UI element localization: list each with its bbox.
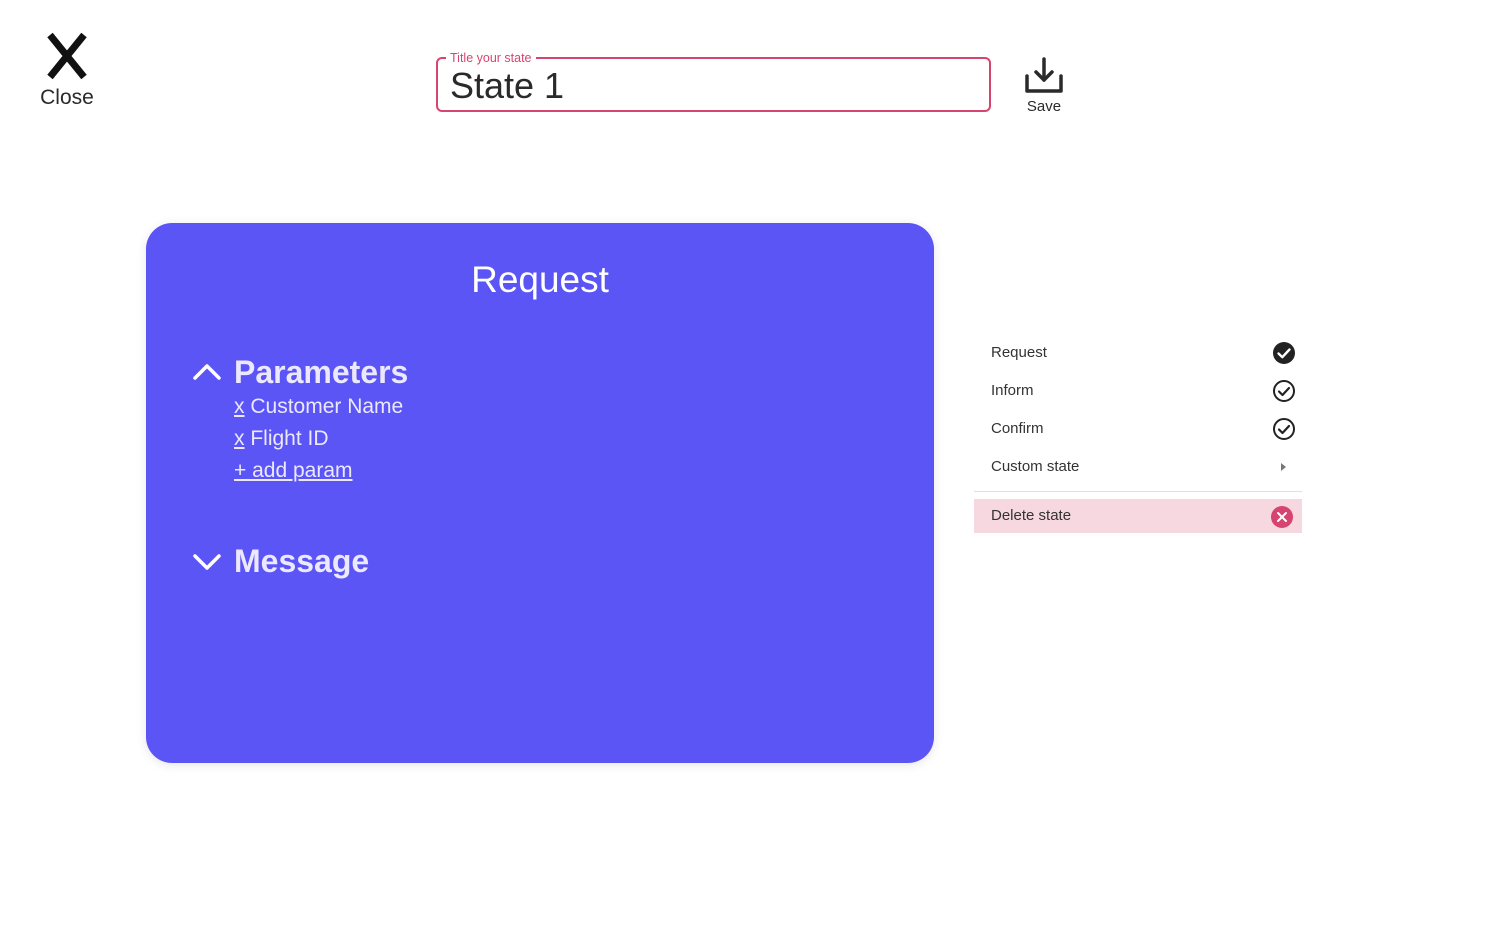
delete-state-button[interactable]: Delete state — [974, 499, 1302, 533]
check-circle-filled-icon — [1273, 342, 1295, 364]
menu-item-confirm[interactable]: Confirm — [974, 410, 1302, 448]
remove-param-button[interactable]: x — [234, 395, 245, 418]
menu-item-label: Inform — [991, 382, 1034, 399]
param-row: x Flight ID — [234, 427, 329, 451]
close-button[interactable]: Close — [32, 30, 102, 114]
chevron-up-icon[interactable] — [192, 361, 222, 383]
check-circle-outline-icon — [1273, 380, 1295, 402]
state-title-field: Title your state — [436, 50, 991, 112]
state-title-legend: Title your state — [446, 50, 536, 66]
check-circle-outline-icon — [1273, 418, 1295, 440]
menu-item-custom-state[interactable]: Custom state — [974, 448, 1302, 486]
menu-item-label: Request — [991, 344, 1047, 361]
parameters-heading[interactable]: Parameters — [234, 354, 408, 391]
download-icon — [1025, 57, 1063, 93]
caret-right-icon — [1281, 463, 1286, 471]
remove-param-button[interactable]: x — [234, 427, 245, 450]
param-name: Customer Name — [250, 395, 404, 418]
state-card: Request Parameters x Customer Name x Fli… — [146, 223, 934, 763]
close-icon — [47, 32, 87, 80]
menu-item-label: Confirm — [991, 420, 1044, 437]
param-row: x Customer Name — [234, 395, 403, 419]
close-label: Close — [40, 86, 94, 109]
close-circle-icon — [1271, 506, 1293, 528]
add-param-link[interactable]: + add param — [234, 459, 353, 483]
menu-item-inform[interactable]: Inform — [974, 372, 1302, 410]
menu-item-request[interactable]: Request — [974, 334, 1302, 372]
param-name: Flight ID — [250, 427, 329, 450]
chevron-down-icon[interactable] — [192, 551, 222, 573]
card-title: Request — [471, 259, 609, 300]
save-button[interactable]: Save — [1018, 54, 1070, 118]
delete-state-label: Delete state — [991, 507, 1072, 524]
message-heading[interactable]: Message — [234, 543, 369, 580]
state-title-input[interactable] — [450, 65, 970, 107]
save-label: Save — [1026, 98, 1062, 115]
state-type-menu: Request Inform Confirm Custom state Dele… — [974, 334, 1302, 533]
menu-item-label: Custom state — [991, 458, 1080, 475]
menu-divider — [974, 491, 1302, 492]
